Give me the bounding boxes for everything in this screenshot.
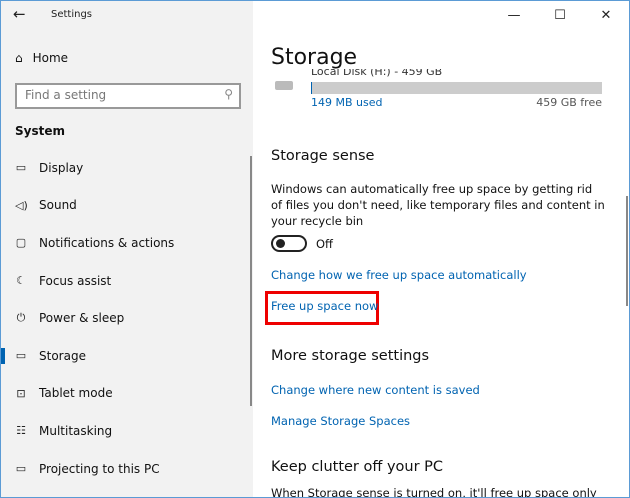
sidebar: ← Settings ⌂ Home Find a setting ⚲ System … — [1, 1, 253, 497]
search-icon: ⚲ — [224, 87, 233, 101]
sidebar-item-storage[interactable]: ▭ Storage — [1, 337, 249, 375]
tablet-icon: ⊡ — [16, 386, 26, 400]
disk-used[interactable]: 149 MB used — [311, 96, 382, 109]
storage-icon: ▭ — [15, 349, 27, 363]
multitasking-icon: ☷ — [16, 424, 26, 438]
sidebar-item-power-sleep[interactable]: ⏻ Power & sleep — [1, 299, 249, 337]
home-label: Home — [32, 51, 69, 65]
sidebar-item-label: Storage — [39, 348, 86, 363]
sidebar-item-label: Focus assist — [39, 273, 112, 288]
clutter-description: When Storage sense is turned on, it'll f… — [271, 486, 597, 498]
search-placeholder: Find a setting — [25, 88, 107, 102]
maximize-button[interactable]: ☐ — [537, 1, 583, 29]
disk-usage-bar[interactable] — [311, 82, 602, 94]
focus-icon: ☾ — [16, 274, 26, 288]
change-free-up-link[interactable]: Change how we free up space automaticall… — [271, 268, 527, 282]
sound-icon: ◁) — [15, 198, 28, 212]
page-title: Storage — [271, 45, 358, 70]
notifications-icon: ▢ — [15, 236, 27, 250]
drive-icon — [275, 81, 293, 90]
sidebar-item-display[interactable]: ▭ Display — [1, 149, 249, 187]
sidebar-item-label: Multitasking — [39, 423, 113, 438]
sidebar-item-multitasking[interactable]: ☷ Multitasking — [1, 412, 249, 450]
manage-storage-spaces-link[interactable]: Manage Storage Spaces — [271, 414, 410, 428]
close-button[interactable]: ✕ — [583, 1, 629, 29]
more-storage-heading: More storage settings — [271, 348, 430, 364]
toggle-state: Off — [316, 237, 333, 251]
sidebar-item-tablet-mode[interactable]: ⊡ Tablet mode — [1, 375, 249, 413]
sidebar-item-notifications-actions[interactable]: ▢ Notifications & actions — [1, 224, 249, 262]
sidebar-item-focus-assist[interactable]: ☾ Focus assist — [1, 262, 249, 300]
sidebar-item-label: Projecting to this PC — [39, 461, 160, 476]
window-controls: — ☐ ✕ — [491, 1, 629, 29]
sidebar-item-sound[interactable]: ◁) Sound — [1, 187, 249, 225]
back-arrow-icon[interactable]: ← — [13, 5, 26, 23]
main-scrollbar[interactable] — [626, 196, 628, 306]
disk-free: 459 GB free — [536, 96, 602, 109]
section-heading: System — [15, 124, 65, 138]
disk-usage-fill — [311, 82, 312, 94]
storage-sense-description: Windows can automatically free up space … — [271, 182, 605, 228]
sidebar-item-projecting-to-this-pc[interactable]: ▭ Projecting to this PC — [1, 450, 249, 488]
settings-window: ← Settings ⌂ Home Find a setting ⚲ System … — [0, 0, 630, 498]
sidebar-item-label: Sound — [39, 198, 77, 213]
home-icon: ⌂ — [15, 51, 23, 65]
storage-sense-heading: Storage sense — [271, 148, 375, 164]
window-title: Settings — [51, 9, 93, 20]
sidebar-item-label: Tablet mode — [39, 386, 113, 401]
projecting-icon: ▭ — [15, 462, 27, 476]
sidebar-item-label: Power & sleep — [39, 311, 125, 326]
disk-name: Local Disk (H:) - 459 GB — [311, 69, 443, 78]
minimize-button[interactable]: — — [491, 1, 537, 29]
display-icon: ▭ — [15, 161, 27, 175]
change-save-location-link[interactable]: Change where new content is saved — [271, 383, 480, 397]
clutter-heading: Keep clutter off your PC — [271, 459, 444, 475]
power-icon: ⏻ — [16, 311, 26, 325]
free-up-space-now-link[interactable]: Free up space now — [271, 299, 378, 313]
sidebar-item-label: Notifications & actions — [39, 235, 175, 250]
sidebar-scrollbar[interactable] — [250, 156, 252, 406]
search-input[interactable]: Find a setting ⚲ — [15, 83, 241, 109]
home-link[interactable]: ⌂ Home — [15, 51, 68, 65]
sidebar-item-label: Display — [39, 160, 84, 175]
storage-sense-toggle[interactable] — [271, 235, 307, 252]
